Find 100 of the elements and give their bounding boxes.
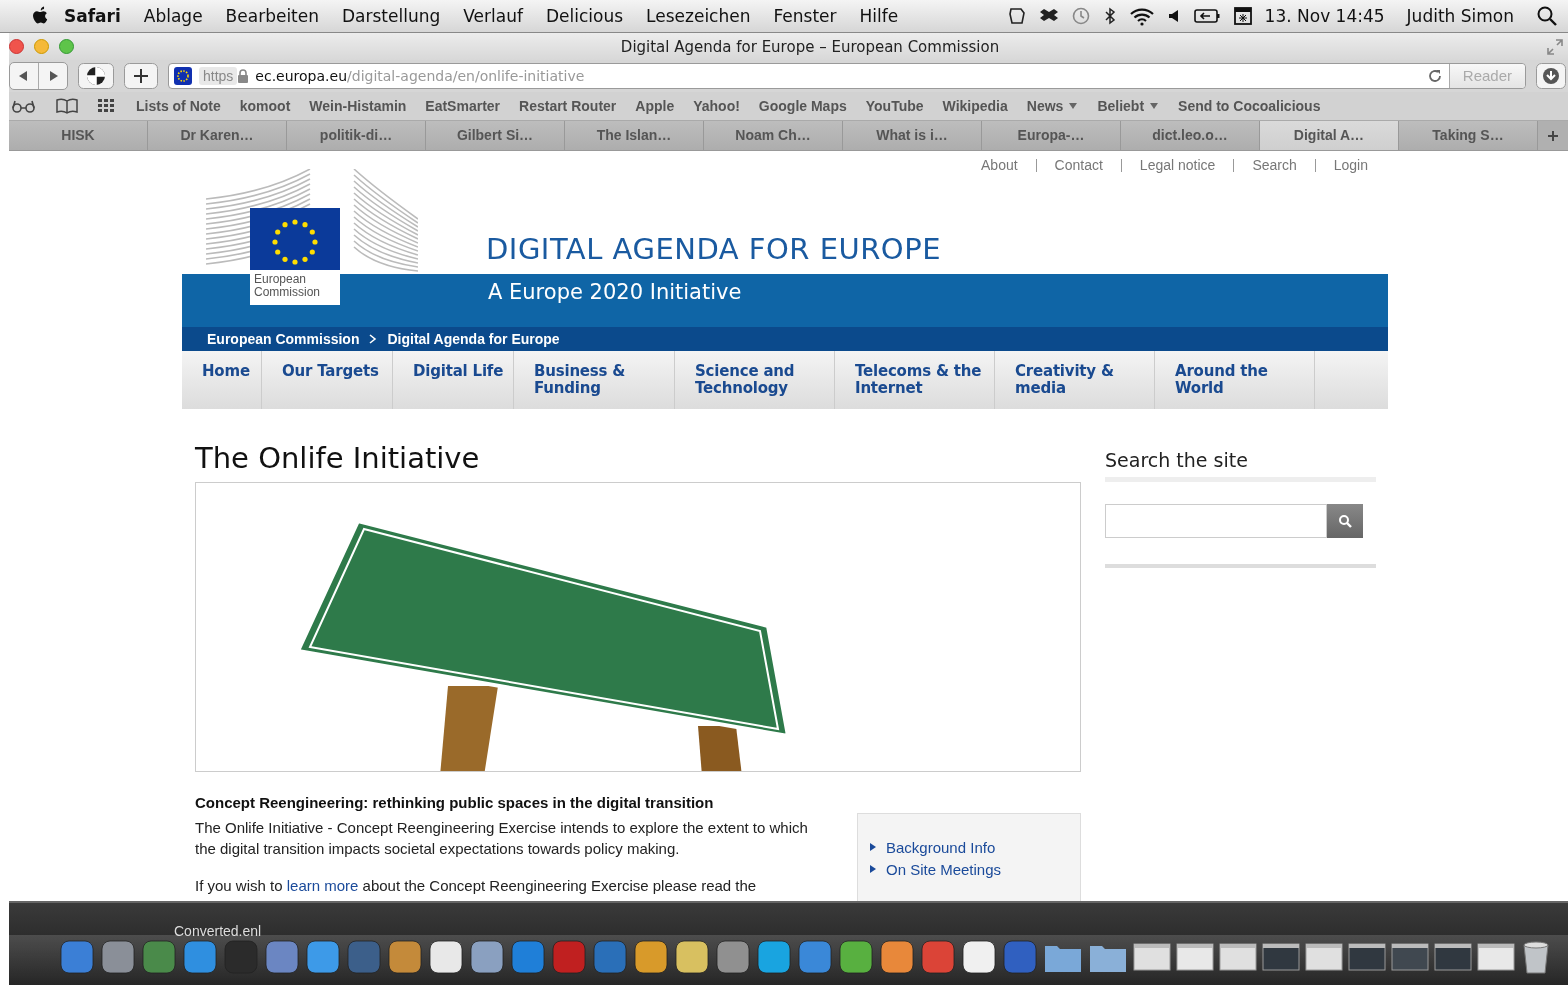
bookmark-link[interactable]: Beliebt bbox=[1097, 98, 1160, 114]
window-thumbnail-icon[interactable] bbox=[1262, 941, 1300, 973]
bookmark-link[interactable]: Send to Cocoalicious bbox=[1178, 98, 1321, 114]
search-field[interactable] bbox=[1105, 504, 1327, 538]
downloads-button[interactable] bbox=[1536, 63, 1566, 89]
browser-tab[interactable]: The Islan… bbox=[565, 121, 704, 150]
browser-tab[interactable]: dict.leo.o… bbox=[1121, 121, 1260, 150]
clock-icon[interactable] bbox=[1070, 6, 1091, 26]
window-thumbnail-icon[interactable] bbox=[1391, 941, 1429, 973]
menu-item[interactable]: Delicious bbox=[545, 6, 624, 26]
nav-link[interactable]: Telecoms & the Internet bbox=[835, 351, 995, 409]
browser-tab[interactable]: Noam Ch… bbox=[704, 121, 843, 150]
top-link[interactable]: Legal notice bbox=[1139, 157, 1216, 173]
intro-paragraph: The Onlife Initiative - Concept Reengineering Exercise intends to explore the extent to which the digital transition impacts societal expectations towards policy making. bbox=[195, 818, 809, 859]
fullscreen-icon[interactable] bbox=[1546, 37, 1564, 56]
trash-icon[interactable] bbox=[1520, 939, 1552, 975]
desktop-file-label: Converted.enl bbox=[174, 923, 262, 939]
chevron-icon bbox=[369, 334, 378, 344]
menu-clock[interactable]: 13. Nov 14:45 bbox=[1264, 6, 1385, 26]
nav-link[interactable]: Science and Technology bbox=[675, 351, 835, 409]
user-name[interactable]: Judith Simon bbox=[1406, 6, 1514, 26]
search-icon[interactable] bbox=[1536, 5, 1558, 27]
top-link[interactable]: About bbox=[981, 157, 1018, 173]
browser-tab[interactable]: Gilbert Si… bbox=[426, 121, 565, 150]
bookmark-link[interactable]: Wein-Histamin bbox=[309, 98, 407, 114]
browser-tab[interactable]: What is i… bbox=[843, 121, 982, 150]
nav-link[interactable]: Business & Funding bbox=[514, 351, 675, 409]
top-link[interactable]: Login bbox=[1333, 157, 1368, 173]
app-icon[interactable] bbox=[756, 939, 792, 975]
bluetooth-icon[interactable] bbox=[1102, 6, 1117, 26]
share-button[interactable] bbox=[78, 63, 114, 89]
bookmark-link[interactable]: Restart Router bbox=[519, 98, 617, 114]
menu-item[interactable]: Safari bbox=[64, 6, 121, 26]
calendar-icon[interactable] bbox=[1232, 6, 1253, 26]
app-icon[interactable] bbox=[674, 939, 710, 975]
bookmark-link[interactable]: komoot bbox=[239, 98, 291, 114]
window-close-button[interactable] bbox=[9, 39, 24, 54]
nav-link[interactable]: Home bbox=[182, 351, 262, 409]
window-thumbnail-icon[interactable] bbox=[1305, 941, 1343, 973]
reading-list-icon[interactable] bbox=[11, 98, 37, 114]
search-button[interactable] bbox=[1327, 504, 1363, 538]
window-zoom-button[interactable] bbox=[59, 39, 74, 54]
menu-item[interactable]: Ablage bbox=[143, 6, 203, 26]
plus-icon bbox=[1547, 129, 1559, 142]
bookmark-link[interactable]: Lists of Note bbox=[136, 98, 221, 114]
menu-item[interactable]: Bearbeiten bbox=[225, 6, 319, 26]
bookmark-link[interactable]: Google Maps bbox=[758, 98, 847, 114]
menu-item[interactable]: Fenster bbox=[773, 6, 837, 26]
address-field[interactable]: https ec.europa.eu/digital-agenda/en/onlife-initiative Reader bbox=[168, 63, 1526, 89]
app-icon[interactable] bbox=[428, 939, 464, 975]
app-icon[interactable] bbox=[838, 939, 874, 975]
bookmark-link[interactable]: Wikipedia bbox=[942, 98, 1008, 114]
bookmark-link[interactable]: News bbox=[1026, 98, 1079, 114]
section-heading: Concept Reengineering: rethinking public spaces in the digital transition bbox=[195, 794, 715, 811]
eu-flag-icon bbox=[173, 66, 193, 86]
browser-tab[interactable]: Taking S… bbox=[1399, 121, 1538, 150]
bookmark-link[interactable]: Apple bbox=[635, 98, 675, 114]
menu-item[interactable]: Darstellung bbox=[342, 6, 441, 26]
menu-item[interactable]: Hilfe bbox=[859, 6, 899, 26]
paragraph: If you wish to learn more about the Concept Reengineering Exercise please read the bbox=[195, 876, 758, 896]
top-link[interactable]: Search bbox=[1252, 157, 1297, 173]
site-title: DIGITAL AGENDA FOR EUROPE bbox=[486, 232, 941, 266]
menu-item[interactable]: Lesezeichen bbox=[646, 6, 751, 26]
bookmark-link[interactable]: YouTube bbox=[865, 98, 924, 114]
menu-item[interactable]: Verlauf bbox=[463, 6, 523, 26]
new-tab-button[interactable] bbox=[124, 63, 158, 89]
window-thumbnail-icon[interactable] bbox=[1477, 941, 1515, 973]
window-thumbnail-icon[interactable] bbox=[1219, 941, 1257, 973]
nav-link[interactable]: Our Targets bbox=[262, 351, 393, 409]
top-link[interactable]: Contact bbox=[1054, 157, 1103, 173]
bookmark-link[interactable]: EatSmarter bbox=[425, 98, 501, 114]
bookmark-link[interactable]: Yahoo! bbox=[693, 98, 740, 114]
window-thumbnail-icon[interactable] bbox=[1176, 941, 1214, 973]
window-thumbnail-icon[interactable] bbox=[1348, 941, 1386, 973]
browser-tab[interactable]: Dr Karen… bbox=[148, 121, 287, 150]
browser-tab[interactable]: Digital A… bbox=[1260, 121, 1399, 150]
browser-tab[interactable]: politik-di… bbox=[287, 121, 426, 150]
breadcrumb-link[interactable]: European Commission bbox=[207, 331, 360, 347]
breadcrumb-link[interactable]: Digital Agenda for Europe bbox=[387, 331, 560, 347]
window-thumbnail-icon[interactable] bbox=[1133, 941, 1171, 973]
app-icon[interactable] bbox=[879, 939, 915, 975]
url-text: ec.europa.eu/digital-agenda/en/onlife-initiative bbox=[255, 68, 586, 84]
browser-tab[interactable]: Europa-… bbox=[982, 121, 1121, 150]
wifi-icon[interactable] bbox=[1128, 6, 1155, 26]
related-link[interactable]: On Site Meetings bbox=[886, 860, 1002, 878]
window-thumbnail-icon[interactable] bbox=[1434, 941, 1472, 973]
grid-icon[interactable] bbox=[97, 98, 117, 114]
book-icon[interactable] bbox=[56, 98, 78, 114]
reload-icon[interactable] bbox=[1426, 68, 1443, 84]
nav-link[interactable]: Creativity & media bbox=[995, 351, 1155, 409]
app-icon[interactable] bbox=[961, 939, 997, 975]
learn-more-link[interactable]: learn more bbox=[286, 877, 359, 894]
nav-link[interactable]: Around the World bbox=[1155, 351, 1315, 409]
triangle-bullet-icon bbox=[870, 842, 876, 852]
related-link[interactable]: Background Info bbox=[886, 838, 996, 856]
nav-link[interactable]: Digital Life bbox=[393, 351, 514, 409]
battery-icon[interactable] bbox=[1192, 6, 1221, 26]
app-icon[interactable] bbox=[469, 939, 505, 975]
app-icon[interactable] bbox=[633, 939, 669, 975]
browser-tab[interactable]: HISK bbox=[9, 121, 148, 150]
